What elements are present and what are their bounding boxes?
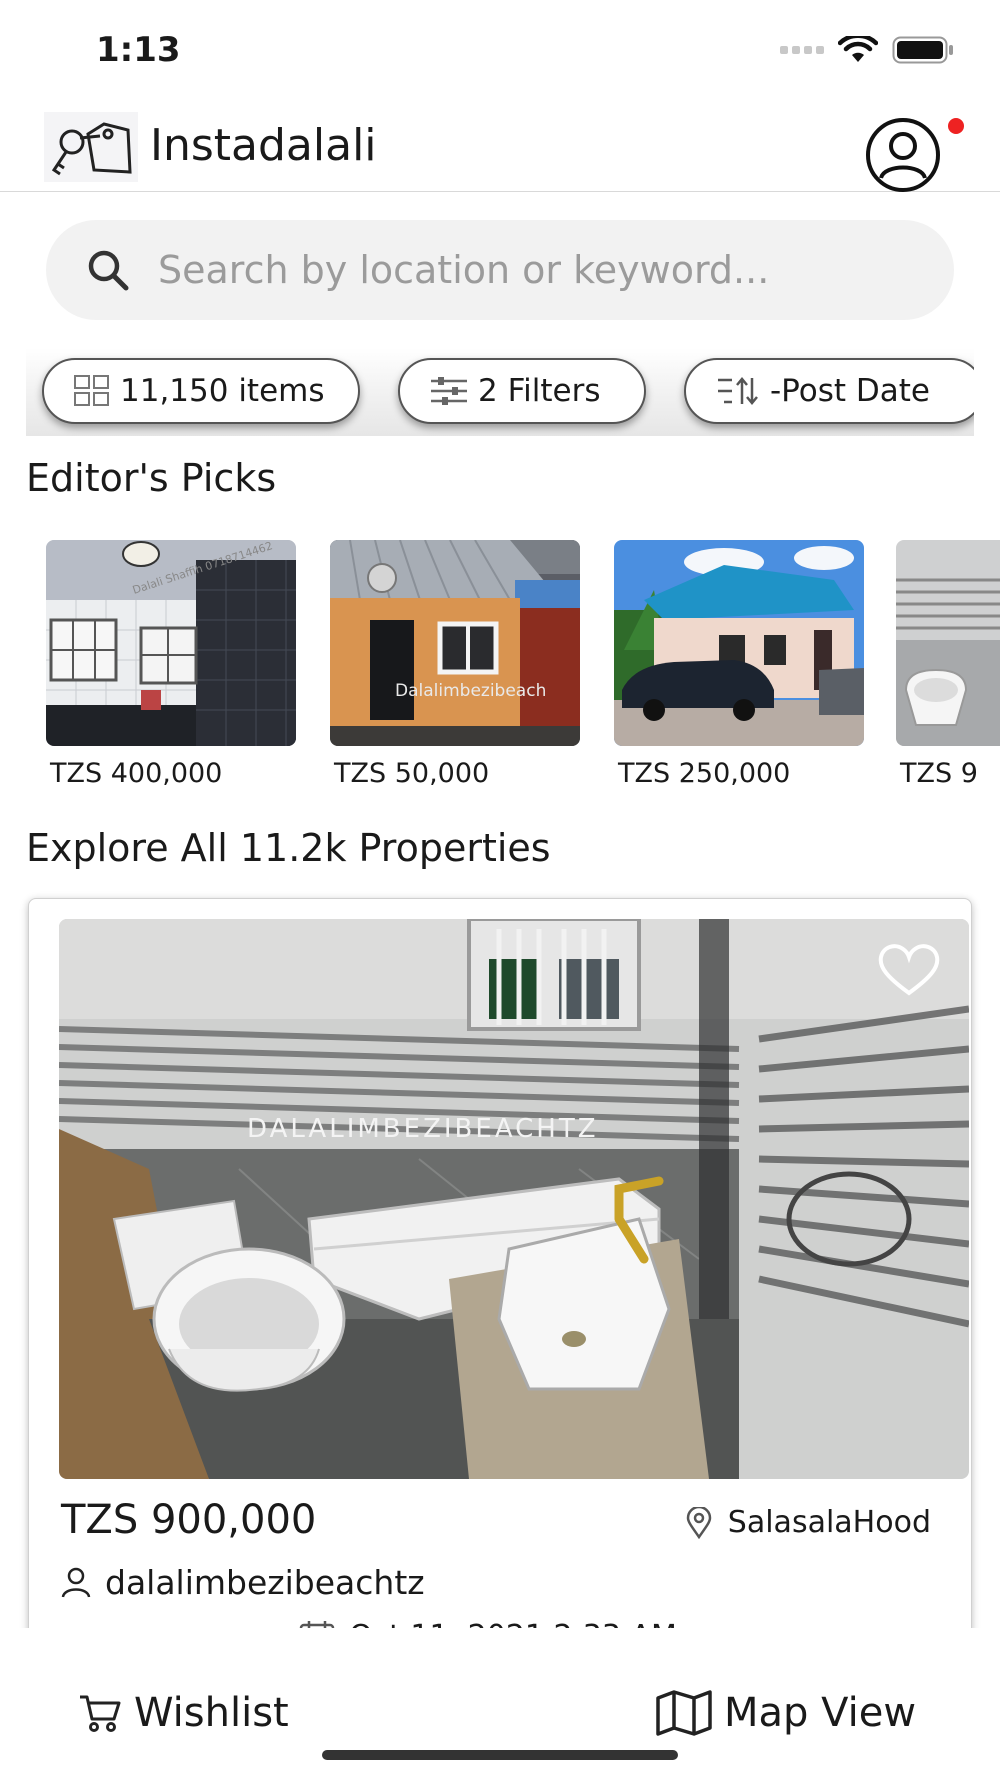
filter-chips-row: 11,150 items 2 Filters -Post Date [26,348,974,436]
app-header: Instadalali [0,100,1000,192]
home-indicator [322,1750,678,1760]
listing-image: DALALIMBEZIBEACHTZ [59,919,969,1479]
pick-price: TZS 9 [900,758,978,789]
pick-card[interactable]: Dalali Shaffih 0718714462 TZS 400,000 [46,540,296,789]
items-count-chip[interactable]: 11,150 items [42,358,360,424]
cart-icon [80,1695,121,1732]
pick-card[interactable]: TZS 9 [896,540,1000,789]
filters-label: 2 Filters [478,373,601,409]
wifi-icon [838,36,878,62]
user-profile-icon[interactable] [864,116,942,194]
status-bar: 1:13 [0,0,1000,100]
person-icon [61,1567,91,1597]
pick-price: TZS 400,000 [50,758,223,789]
map-pin-icon [686,1506,712,1539]
pick-price: TZS 250,000 [618,758,791,789]
status-icons [780,36,954,64]
editors-picks-title: Editor's Picks [26,456,277,500]
sort-icon [718,377,758,405]
pick-card[interactable]: Dalalimbezibeach TZS 50,000 [330,540,580,789]
search-input[interactable] [158,220,918,320]
pick-card[interactable]: TZS 250,000 [614,540,864,789]
sort-label: -Post Date [770,373,930,409]
editors-picks-carousel[interactable]: Dalali Shaffih 0718714462 TZS 400,000 Da… [0,540,1000,800]
pick-watermark: Dalalimbezibeach [395,681,546,701]
notification-dot [948,118,964,134]
app-title: Instadalali [150,120,377,171]
pick-image [614,540,864,746]
battery-icon [892,36,953,64]
listing-owner-label: dalalimbezibeachtz [105,1563,425,1602]
map-icon [656,1690,712,1736]
status-time: 1:13 [96,30,181,70]
listing-owner[interactable]: dalalimbezibeachtz [61,1563,425,1602]
sliders-icon [431,377,467,405]
search-icon [88,250,129,291]
pick-image [896,540,1000,746]
listing-card[interactable]: DALALIMBEZIBEACHTZ TZS 900,000 SalasalaH… [28,898,972,1638]
items-count-label: 11,150 items [120,373,325,409]
pick-image: Dalalimbezibeach [330,540,580,746]
wishlist-tab[interactable]: Wishlist [78,1690,289,1736]
filters-chip[interactable]: 2 Filters [398,358,646,424]
explore-title: Explore All 11.2k Properties [26,826,551,870]
pick-image: Dalali Shaffih 0718714462 [46,540,296,746]
listing-location-label: SalasalaHood [727,1505,931,1540]
signal-icon [780,46,824,54]
sort-chip[interactable]: -Post Date [684,358,974,424]
pick-price: TZS 50,000 [334,758,490,789]
map-view-label: Map View [724,1690,917,1736]
heart-icon[interactable] [877,941,941,997]
search-bar[interactable] [46,220,954,320]
wishlist-label: Wishlist [134,1690,289,1736]
grid-icon [74,375,109,406]
map-view-tab[interactable]: Map View [656,1690,916,1736]
listing-image-watermark: DALALIMBEZIBEACHTZ [247,1114,599,1144]
listing-price: TZS 900,000 [61,1497,317,1543]
key-tag-logo-icon [44,112,138,182]
listing-location: SalasalaHood [686,1505,931,1540]
